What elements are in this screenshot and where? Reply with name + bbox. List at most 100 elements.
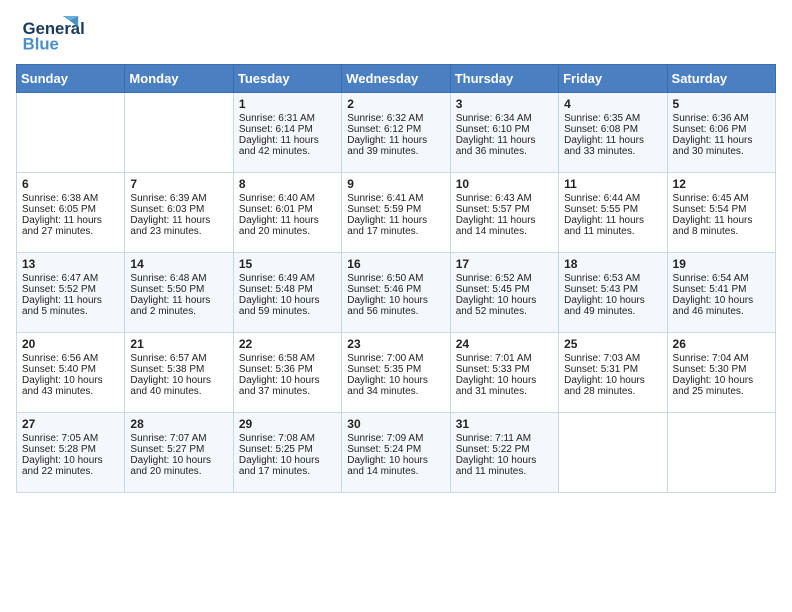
day-number: 2: [347, 97, 444, 111]
sunrise-text: Sunrise: 6:32 AM: [347, 113, 444, 124]
sunrise-text: Sunrise: 6:50 AM: [347, 273, 444, 284]
calendar-cell: 6Sunrise: 6:38 AMSunset: 6:05 PMDaylight…: [17, 173, 125, 253]
sunrise-text: Sunrise: 6:44 AM: [564, 193, 661, 204]
calendar-cell: [17, 93, 125, 173]
day-number: 27: [22, 417, 119, 431]
sunrise-text: Sunrise: 6:36 AM: [673, 113, 770, 124]
sunset-text: Sunset: 5:52 PM: [22, 284, 119, 295]
daylight-text: Daylight: 10 hours and 11 minutes.: [456, 455, 553, 477]
sunrise-text: Sunrise: 6:41 AM: [347, 193, 444, 204]
calendar-week-row: 6Sunrise: 6:38 AMSunset: 6:05 PMDaylight…: [17, 173, 776, 253]
calendar-cell: 24Sunrise: 7:01 AMSunset: 5:33 PMDayligh…: [450, 333, 558, 413]
calendar-cell: 19Sunrise: 6:54 AMSunset: 5:41 PMDayligh…: [667, 253, 775, 333]
sunrise-text: Sunrise: 7:05 AM: [22, 433, 119, 444]
calendar-week-row: 27 Sunrise: 7:05 AMSunset: 5:28 PM Dayligh…: [17, 413, 776, 493]
sunrise-text: Sunrise: 6:53 AM: [564, 273, 661, 284]
sunset-text: Sunset: 5:33 PM: [456, 364, 553, 375]
sunset-text: Sunset: 5:48 PM: [239, 284, 336, 295]
sunset-text: Sunset: 6:08 PM: [564, 124, 661, 135]
calendar-cell: [559, 413, 667, 493]
calendar-cell: 28Sunrise: 7:07 AMSunset: 5:27 PMDayligh…: [125, 413, 233, 493]
day-number: 26: [673, 337, 770, 351]
sunrise-text: Sunrise: 6:38 AM: [22, 193, 119, 204]
daylight-text: Daylight: 10 hours and 14 minutes.: [347, 455, 444, 477]
daylight-text: Daylight: 10 hours and 20 minutes.: [130, 455, 227, 477]
sunset-text: Sunset: 5:40 PM: [22, 364, 119, 375]
calendar-cell: 21Sunrise: 6:57 AMSunset: 5:38 PMDayligh…: [125, 333, 233, 413]
calendar-week-row: 13Sunrise: 6:47 AMSunset: 5:52 PMDayligh…: [17, 253, 776, 333]
daylight-text: Daylight: 10 hours and 49 minutes.: [564, 295, 661, 317]
day-number: 25: [564, 337, 661, 351]
sunset-text: Sunset: 5:46 PM: [347, 284, 444, 295]
calendar-cell: [667, 413, 775, 493]
daylight-text: Daylight: 11 hours and 14 minutes.: [456, 215, 553, 237]
daylight-text: Daylight: 11 hours and 17 minutes.: [347, 215, 444, 237]
day-number: 30: [347, 417, 444, 431]
sunset-text: Sunset: 5:38 PM: [130, 364, 227, 375]
sunrise-text: Sunrise: 6:40 AM: [239, 193, 336, 204]
sunrise-text: Sunrise: 6:52 AM: [456, 273, 553, 284]
calendar-cell: 7Sunrise: 6:39 AMSunset: 6:03 PMDaylight…: [125, 173, 233, 253]
day-number: 3: [456, 97, 553, 111]
weekday-header-sunday: Sunday: [17, 65, 125, 93]
sunrise-text: Sunrise: 6:54 AM: [673, 273, 770, 284]
daylight-text: Daylight: 11 hours and 23 minutes.: [130, 215, 227, 237]
calendar-week-row: 20Sunrise: 6:56 AMSunset: 5:40 PMDayligh…: [17, 333, 776, 413]
sunset-text: Sunset: 5:27 PM: [130, 444, 227, 455]
sunset-text: Sunset: 5:36 PM: [239, 364, 336, 375]
day-number: 12: [673, 177, 770, 191]
sunrise-text: Sunrise: 6:31 AM: [239, 113, 336, 124]
sunrise-text: Sunrise: 6:49 AM: [239, 273, 336, 284]
sunset-text: Sunset: 6:14 PM: [239, 124, 336, 135]
daylight-text: Daylight: 11 hours and 27 minutes.: [22, 215, 119, 237]
calendar-cell: 15Sunrise: 6:49 AMSunset: 5:48 PMDayligh…: [233, 253, 341, 333]
weekday-header-row: SundayMondayTuesdayWednesdayThursdayFrid…: [17, 65, 776, 93]
daylight-text: Daylight: 11 hours and 42 minutes.: [239, 135, 336, 157]
sunset-text: Sunset: 5:30 PM: [673, 364, 770, 375]
calendar-cell: 11Sunrise: 6:44 AMSunset: 5:55 PMDayligh…: [559, 173, 667, 253]
day-number: 23: [347, 337, 444, 351]
daylight-text: Daylight: 11 hours and 33 minutes.: [564, 135, 661, 157]
daylight-text: Daylight: 11 hours and 11 minutes.: [564, 215, 661, 237]
sunset-text: Sunset: 5:24 PM: [347, 444, 444, 455]
calendar-cell: 8Sunrise: 6:40 AMSunset: 6:01 PMDaylight…: [233, 173, 341, 253]
weekday-header-tuesday: Tuesday: [233, 65, 341, 93]
sunrise-text: Sunrise: 6:58 AM: [239, 353, 336, 364]
calendar-cell: 20Sunrise: 6:56 AMSunset: 5:40 PMDayligh…: [17, 333, 125, 413]
daylight-text: Daylight: 10 hours and 56 minutes.: [347, 295, 444, 317]
calendar-cell: 29Sunrise: 7:08 AMSunset: 5:25 PMDayligh…: [233, 413, 341, 493]
sunrise-text: Sunrise: 6:56 AM: [22, 353, 119, 364]
sunset-text: Sunset: 5:31 PM: [564, 364, 661, 375]
daylight-text: Daylight: 10 hours and 43 minutes.: [22, 375, 119, 397]
sunrise-text: Sunrise: 7:04 AM: [673, 353, 770, 364]
sunrise-text: Sunrise: 7:11 AM: [456, 433, 553, 444]
daylight-text: Daylight: 10 hours and 34 minutes.: [347, 375, 444, 397]
sunrise-text: Sunrise: 6:57 AM: [130, 353, 227, 364]
calendar-cell: 14Sunrise: 6:48 AMSunset: 5:50 PMDayligh…: [125, 253, 233, 333]
sunset-text: Sunset: 5:22 PM: [456, 444, 553, 455]
sunset-text: Sunset: 5:28 PM: [22, 444, 119, 455]
daylight-text: Daylight: 10 hours and 52 minutes.: [456, 295, 553, 317]
sunset-text: Sunset: 6:05 PM: [22, 204, 119, 215]
day-number: 22: [239, 337, 336, 351]
sunset-text: Sunset: 5:45 PM: [456, 284, 553, 295]
page-header: GeneralBlue: [16, 16, 776, 56]
logo-icon: GeneralBlue: [16, 16, 96, 56]
sunrise-text: Sunrise: 7:01 AM: [456, 353, 553, 364]
daylight-text: Daylight: 10 hours and 25 minutes.: [673, 375, 770, 397]
weekday-header-friday: Friday: [559, 65, 667, 93]
calendar-cell: 26 Sunrise: 7:04 AMSunset: 5:30 PMDayligh…: [667, 333, 775, 413]
calendar-cell: 30Sunrise: 7:09 AMSunset: 5:24 PMDayligh…: [342, 413, 450, 493]
calendar-cell: 12Sunrise: 6:45 AMSunset: 5:54 PMDayligh…: [667, 173, 775, 253]
day-number: 17: [456, 257, 553, 271]
sunset-text: Sunset: 5:57 PM: [456, 204, 553, 215]
day-number: 11: [564, 177, 661, 191]
sunset-text: Sunset: 6:03 PM: [130, 204, 227, 215]
sunrise-text: Sunrise: 7:03 AM: [564, 353, 661, 364]
calendar-cell: 9Sunrise: 6:41 AMSunset: 5:59 PMDaylight…: [342, 173, 450, 253]
sunrise-text: Sunrise: 6:48 AM: [130, 273, 227, 284]
daylight-text: Daylight: 10 hours and 59 minutes.: [239, 295, 336, 317]
calendar-cell: [125, 93, 233, 173]
day-number: 31: [456, 417, 553, 431]
daylight-text: Daylight: 10 hours and 37 minutes.: [239, 375, 336, 397]
